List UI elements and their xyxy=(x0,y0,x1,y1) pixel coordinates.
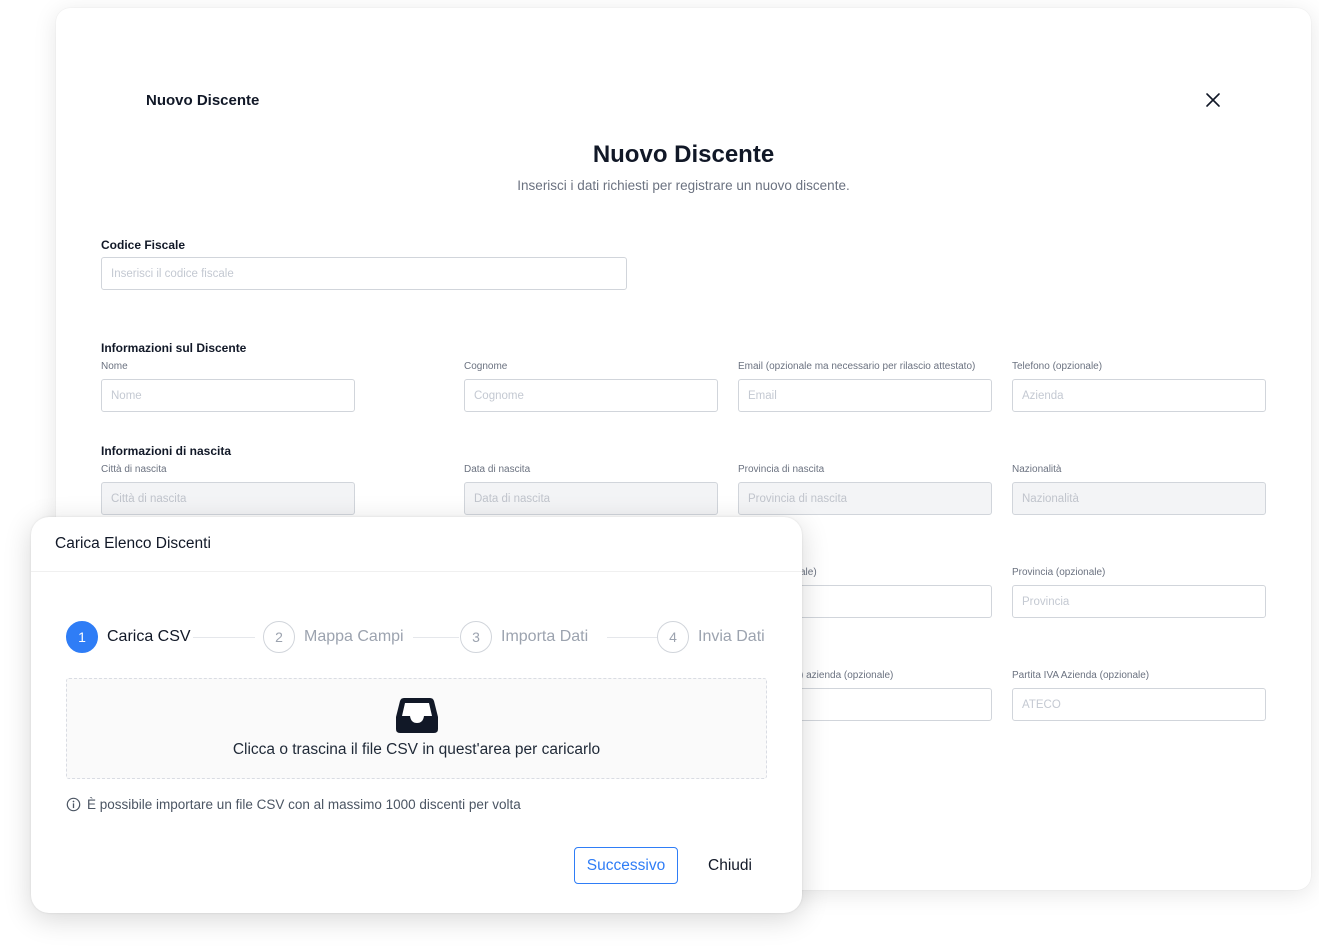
data-nascita-label: Data di nascita xyxy=(464,464,531,475)
birth-info-section-label: Informazioni di nascita xyxy=(101,444,232,458)
step-label: Carica CSV xyxy=(107,628,191,645)
info-text: È possibile importare un file CSV con al… xyxy=(87,797,521,812)
partial-field-label: ale) xyxy=(800,567,817,578)
step-import-data[interactable]: 3 Importa Dati xyxy=(460,621,588,653)
nome-input[interactable] xyxy=(101,379,355,412)
step-number: 1 xyxy=(66,621,98,653)
upload-students-modal: Carica Elenco Discenti 1 Carica CSV 2 Ma… xyxy=(31,517,802,913)
nome-label: Nome xyxy=(101,361,128,372)
email-input[interactable] xyxy=(738,379,992,412)
modal-header-title: Nuovo Discente xyxy=(146,92,260,109)
csv-dropzone[interactable]: Clicca o trascina il file CSV in quest'a… xyxy=(66,678,767,779)
step-connector xyxy=(413,637,459,638)
page-subtitle: Inserisci i dati richiesti per registrar… xyxy=(517,178,850,193)
telefono-label: Telefono (opzionale) xyxy=(1012,361,1103,372)
citta-nascita-input[interactable] xyxy=(101,482,355,515)
inbox-icon xyxy=(395,695,439,735)
step-label: Mappa Campi xyxy=(304,628,404,645)
step-connector xyxy=(607,637,657,638)
step-connector xyxy=(193,637,255,638)
provincia-label: Provincia (opzionale) xyxy=(1012,567,1106,578)
step-number: 2 xyxy=(263,621,295,653)
nazionalita-input[interactable] xyxy=(1012,482,1266,515)
step-upload-csv[interactable]: 1 Carica CSV xyxy=(66,621,191,653)
provincia-nascita-label: Provincia di nascita xyxy=(738,464,825,475)
piva-input[interactable] xyxy=(1012,688,1266,721)
step-number: 4 xyxy=(657,621,689,653)
page-title: Nuovo Discente xyxy=(592,141,775,168)
piva-label: Partita IVA Azienda (opzionale) xyxy=(1012,670,1150,681)
dropzone-text: Clicca o trascina il file CSV in quest'a… xyxy=(232,741,601,758)
info-icon xyxy=(66,797,81,812)
upload-modal-title: Carica Elenco Discenti xyxy=(55,535,211,552)
next-button[interactable]: Successivo xyxy=(574,847,678,884)
citta-nascita-label: Città di nascita xyxy=(101,464,167,475)
step-number: 3 xyxy=(460,621,492,653)
close-icon[interactable] xyxy=(1205,92,1221,108)
data-nascita-input[interactable] xyxy=(464,482,718,515)
info-message: È possibile importare un file CSV con al… xyxy=(66,797,521,812)
step-label: Invia Dati xyxy=(698,628,765,645)
provincia-nascita-input[interactable] xyxy=(738,482,992,515)
stage: Nuovo Discente Nuovo Discente Inserisci … xyxy=(0,0,1319,946)
step-map-fields[interactable]: 2 Mappa Campi xyxy=(263,621,404,653)
cognome-input[interactable] xyxy=(464,379,718,412)
step-label: Importa Dati xyxy=(501,628,589,645)
cognome-label: Cognome xyxy=(464,361,508,372)
telefono-input[interactable] xyxy=(1012,379,1266,412)
codice-fiscale-input[interactable] xyxy=(101,257,627,290)
codice-fiscale-label: Codice Fiscale xyxy=(101,238,186,252)
partial-company-label: ) azienda (opzionale) xyxy=(800,670,894,681)
header-divider xyxy=(31,571,802,572)
provincia-input[interactable] xyxy=(1012,585,1266,618)
step-send-data[interactable]: 4 Invia Dati xyxy=(657,621,765,653)
student-info-section-label: Informazioni sul Discente xyxy=(101,341,247,355)
nazionalita-label: Nazionalità xyxy=(1012,464,1062,475)
email-label: Email (opzionale ma necessario per rilas… xyxy=(738,361,976,372)
close-button[interactable]: Chiudi xyxy=(695,847,765,884)
